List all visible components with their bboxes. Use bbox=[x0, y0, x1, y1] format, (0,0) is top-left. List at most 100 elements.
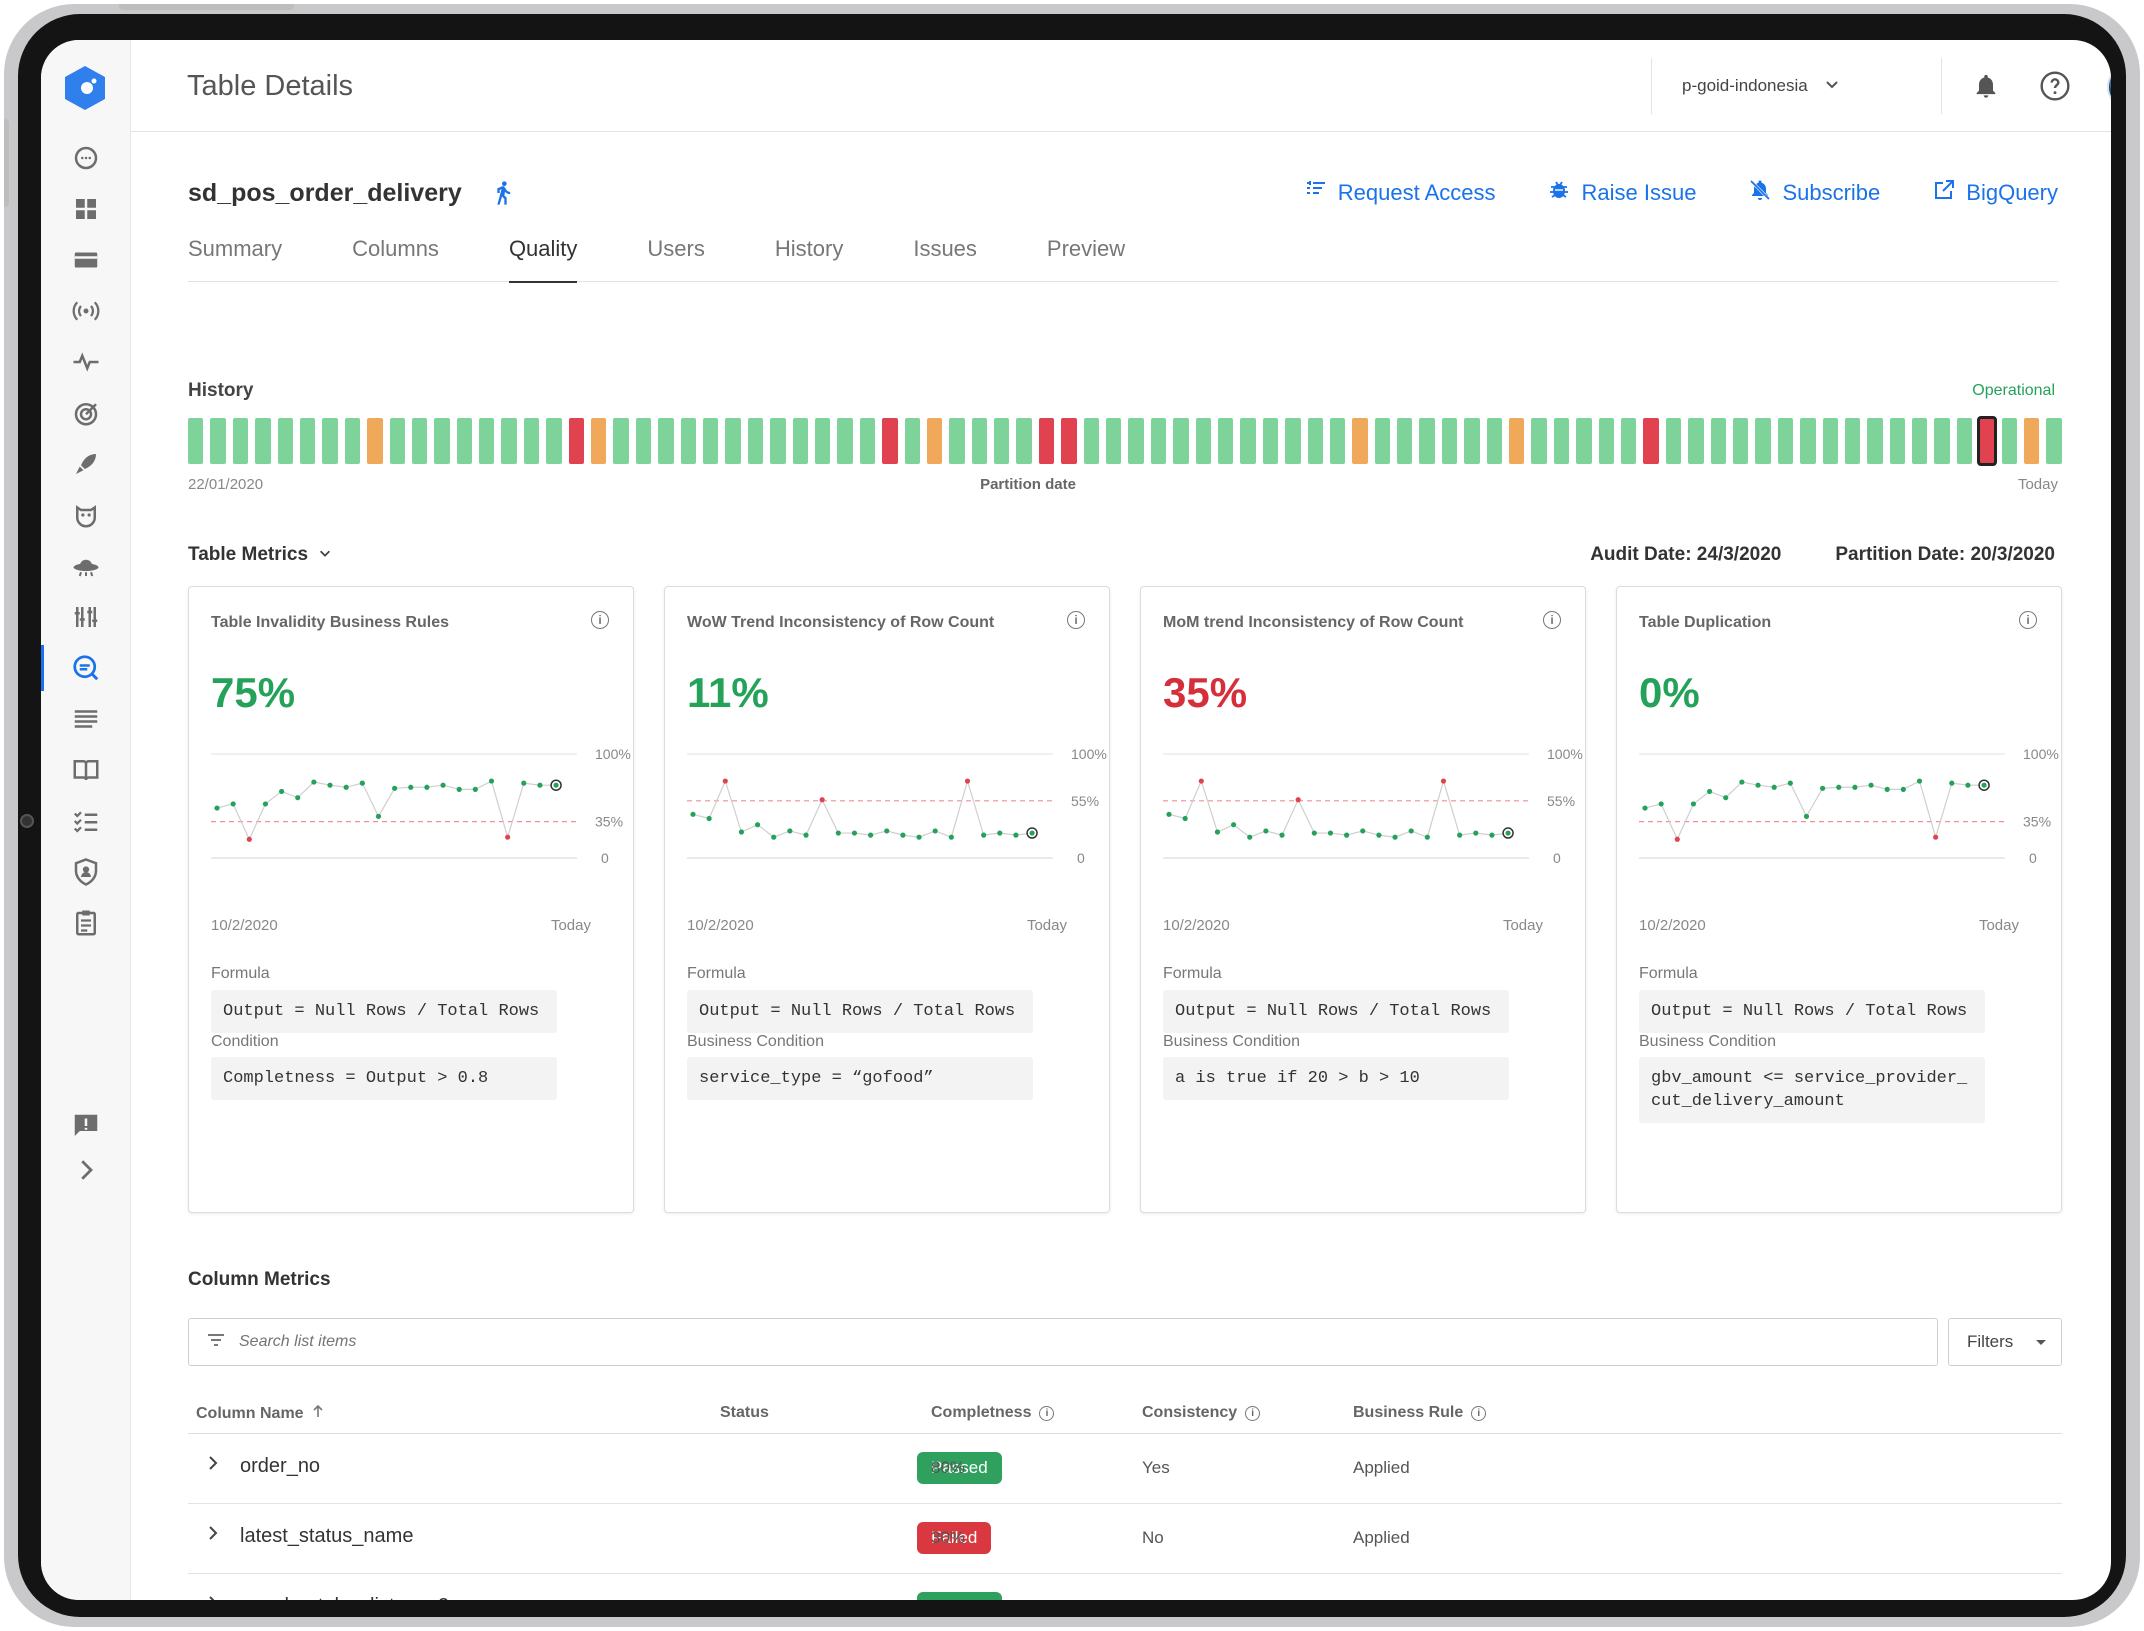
history-bar[interactable] bbox=[232, 418, 249, 464]
history-bar[interactable] bbox=[210, 418, 226, 464]
dashboard-icon[interactable] bbox=[66, 189, 106, 229]
broadcast-icon[interactable] bbox=[66, 291, 106, 331]
history-bar[interactable] bbox=[1665, 418, 1682, 464]
clipboard-icon[interactable] bbox=[66, 903, 106, 943]
history-bar[interactable] bbox=[1352, 418, 1368, 464]
mascot-icon[interactable] bbox=[66, 495, 106, 535]
card-icon[interactable] bbox=[66, 240, 106, 280]
table-row[interactable]: order_no Passed 80% Yes Applied bbox=[188, 1434, 2062, 1504]
history-bar[interactable] bbox=[1800, 418, 1816, 464]
history-bar[interactable] bbox=[1777, 418, 1794, 464]
tab-issues[interactable]: Issues bbox=[913, 234, 977, 282]
tab-preview[interactable]: Preview bbox=[1047, 234, 1125, 282]
search-input[interactable] bbox=[239, 1333, 1739, 1351]
history-bar[interactable] bbox=[1397, 418, 1413, 464]
history-bar[interactable] bbox=[1732, 418, 1749, 464]
history-bar[interactable] bbox=[1688, 418, 1704, 464]
history-bar[interactable] bbox=[613, 418, 629, 464]
history-bar[interactable] bbox=[1598, 418, 1614, 464]
history-bar[interactable] bbox=[1173, 418, 1189, 464]
history-bar[interactable] bbox=[1486, 418, 1503, 464]
expand-chevron-icon[interactable] bbox=[206, 1452, 220, 1478]
history-bar[interactable] bbox=[1464, 418, 1480, 464]
help-icon[interactable] bbox=[2035, 66, 2075, 106]
target-icon[interactable] bbox=[66, 393, 106, 433]
history-bar[interactable] bbox=[792, 418, 808, 464]
expand-chevron-icon[interactable] bbox=[206, 1592, 220, 1600]
history-bar[interactable] bbox=[1374, 418, 1391, 464]
history-bar[interactable] bbox=[277, 418, 293, 464]
history-bar[interactable] bbox=[546, 418, 562, 464]
column-header-consistency[interactable]: Consistency i bbox=[1142, 1404, 1261, 1422]
feedback-icon[interactable] bbox=[66, 1106, 106, 1146]
history-bar[interactable] bbox=[1128, 418, 1144, 464]
search-icon[interactable] bbox=[66, 138, 106, 178]
history-bar[interactable] bbox=[523, 418, 540, 464]
column-header-name[interactable]: Column Name bbox=[196, 1404, 324, 1423]
history-bar[interactable] bbox=[837, 418, 853, 464]
history-bar[interactable] bbox=[1621, 418, 1637, 464]
history-bar[interactable] bbox=[994, 418, 1010, 464]
history-bar[interactable] bbox=[501, 418, 517, 464]
project-selector[interactable]: p-goid-indonesia bbox=[1651, 58, 1840, 114]
info-icon[interactable]: i bbox=[1039, 1405, 1055, 1421]
expand-chevron-icon[interactable] bbox=[206, 1522, 220, 1548]
history-bar[interactable] bbox=[299, 418, 316, 464]
shield-icon[interactable] bbox=[66, 852, 106, 892]
history-bar[interactable] bbox=[1329, 418, 1346, 464]
equalizer-icon[interactable] bbox=[66, 597, 106, 637]
history-bar[interactable] bbox=[1956, 418, 1973, 464]
history-bar[interactable] bbox=[434, 418, 450, 464]
history-bar[interactable] bbox=[882, 418, 898, 464]
history-bar[interactable] bbox=[904, 418, 920, 464]
history-bar[interactable] bbox=[658, 418, 674, 464]
rocket-icon[interactable] bbox=[66, 444, 106, 484]
filters-button[interactable]: Filters bbox=[1948, 1318, 2062, 1366]
history-bar[interactable] bbox=[1576, 418, 1592, 464]
history-bar[interactable] bbox=[1419, 418, 1435, 464]
history-bar[interactable] bbox=[568, 418, 585, 464]
pulse-icon[interactable] bbox=[66, 342, 106, 382]
history-bar[interactable] bbox=[747, 418, 764, 464]
info-icon[interactable]: i bbox=[1245, 1405, 1261, 1421]
ufo-icon[interactable] bbox=[66, 546, 106, 586]
history-bar[interactable] bbox=[702, 418, 719, 464]
history-bar[interactable] bbox=[949, 418, 965, 464]
info-icon[interactable]: i bbox=[1543, 611, 1561, 629]
history-bar[interactable] bbox=[926, 418, 943, 464]
raise-issue-button[interactable]: Raise Issue bbox=[1547, 178, 1696, 208]
history-bar[interactable] bbox=[188, 418, 204, 464]
history-bar[interactable] bbox=[389, 418, 405, 464]
table-row[interactable]: merchant_hr_distance2Passed80%Yes bbox=[188, 1574, 2062, 1600]
history-bar[interactable] bbox=[1240, 418, 1256, 464]
subscribe-button[interactable]: Subscribe bbox=[1748, 178, 1880, 208]
history-bar[interactable] bbox=[1912, 418, 1928, 464]
column-header-business-rule[interactable]: Business Rule i bbox=[1353, 1404, 1487, 1422]
info-icon[interactable]: i bbox=[591, 611, 609, 629]
history-bar[interactable] bbox=[1509, 418, 1525, 464]
history-bar[interactable] bbox=[2001, 418, 2018, 464]
request-access-button[interactable]: Request Access bbox=[1304, 178, 1495, 208]
history-bar[interactable] bbox=[1934, 418, 1950, 464]
history-bar[interactable] bbox=[591, 418, 607, 464]
history-bar[interactable] bbox=[1150, 418, 1167, 464]
history-bar[interactable] bbox=[255, 418, 271, 464]
history-bar[interactable] bbox=[1262, 418, 1279, 464]
history-bar[interactable] bbox=[725, 418, 741, 464]
history-bar[interactable] bbox=[2024, 418, 2040, 464]
table-row[interactable]: latest_status_name Failed 30% No Applied bbox=[188, 1504, 2062, 1574]
column-header-completeness[interactable]: Completness i bbox=[931, 1404, 1055, 1422]
data-quality-icon[interactable] bbox=[66, 648, 106, 688]
history-bar[interactable] bbox=[367, 418, 383, 464]
history-bar[interactable] bbox=[1106, 418, 1122, 464]
tab-columns[interactable]: Columns bbox=[352, 234, 439, 282]
history-bar[interactable] bbox=[680, 418, 696, 464]
history-bar[interactable] bbox=[1822, 418, 1838, 464]
history-bar[interactable] bbox=[1867, 418, 1883, 464]
history-bar[interactable] bbox=[479, 418, 495, 464]
history-bar[interactable] bbox=[1038, 418, 1055, 464]
column-header-status[interactable]: Status bbox=[720, 1404, 769, 1422]
history-bar[interactable] bbox=[2046, 418, 2062, 464]
history-bar[interactable] bbox=[1061, 418, 1077, 464]
app-logo[interactable] bbox=[63, 64, 107, 112]
